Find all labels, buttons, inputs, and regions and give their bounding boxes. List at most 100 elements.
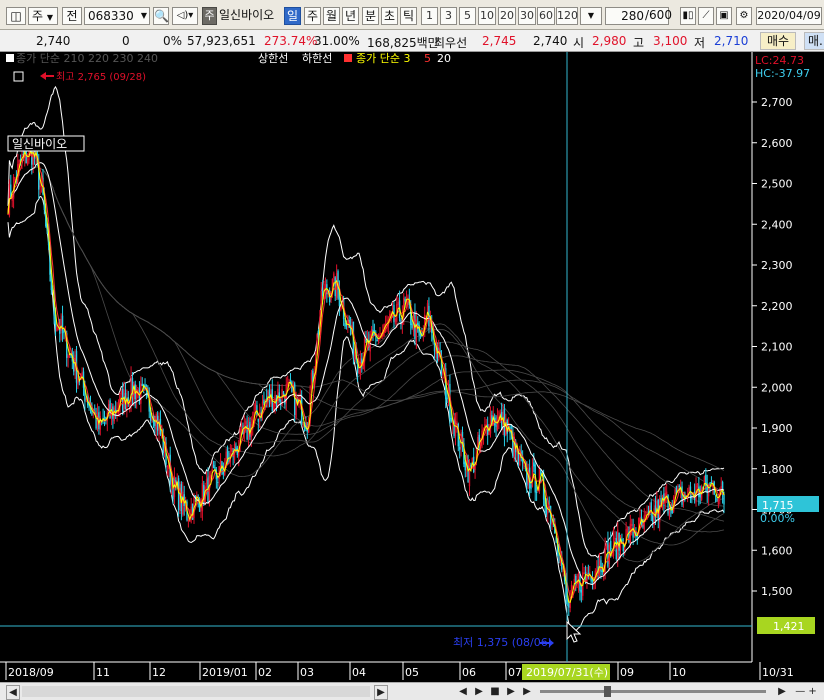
candle-body [631,524,633,526]
change-pct: 0% [163,34,183,48]
y-tick-label: 2,000 [761,381,793,394]
turnover: 31.00% [314,34,360,48]
candle-body [674,489,676,495]
tab-month[interactable]: 월 [323,7,340,25]
count-total: /600 [645,8,672,22]
gear-icon[interactable]: ⚙ [736,7,752,25]
interval-10[interactable]: 10 [478,7,496,25]
zoom-buttons[interactable]: — + [792,685,820,698]
candle-body [600,560,602,572]
interval-dropdown[interactable]: ▼ [580,7,602,25]
y-tick-label: 1,600 [761,544,793,557]
play-back-icon[interactable]: ▶ [472,685,486,698]
candle-body [340,308,342,310]
forward-icon[interactable]: ▶ [520,685,534,698]
candle-body [397,301,399,305]
high-price: 3,100 [653,34,688,48]
candle-body [240,425,243,428]
change-pct-tag: 0.00% [760,512,795,525]
scroll-right-icon[interactable]: ▶ [374,685,388,700]
legend-ma20: 20 [437,52,451,65]
candle-body [358,371,360,373]
candle-body [446,397,448,400]
candle-body [77,377,79,385]
interval-3[interactable]: 3 [440,7,457,25]
candle-body [182,491,184,515]
candle-body [488,432,490,435]
speaker-icon[interactable]: ◁)▾ [172,7,198,25]
x-tick-label: 07 [508,666,522,679]
lc-value: LC:24.73 [755,54,804,67]
interval-20[interactable]: 20 [498,7,516,25]
legend-ma5: 5 [424,52,431,65]
tab-day[interactable]: 일 [284,7,301,25]
y-tick-label: 2,200 [761,300,793,313]
candle-body [67,355,69,358]
tab-week[interactable]: 주 [304,7,321,25]
candle-body [302,424,304,426]
chart-toolbar: ◫ 주 ▼ 전 068330 ▼ 🔍 ◁)▾ 주 일신바이오 일 주 월 년 분 … [0,0,824,30]
tab-year[interactable]: 년 [342,7,359,25]
scroll-track[interactable] [22,686,370,697]
play-icon[interactable]: ▶ [504,685,518,698]
buy-button[interactable]: 매수 [760,32,797,50]
best-bid: 2,740 [533,34,568,48]
mode-badge[interactable]: 주 [202,7,217,25]
candle-body [688,487,690,493]
candle-body [268,388,271,403]
interval-30[interactable]: 30 [518,7,536,25]
candle-body [99,416,101,430]
candle-body [716,498,718,501]
interval-60[interactable]: 60 [537,7,555,25]
next-icon[interactable]: ▶ [776,685,788,698]
candle-body [458,447,461,450]
low-label: 저 [694,36,706,50]
low-price: 2,710 [714,34,749,48]
sell-button[interactable]: 매. [804,32,824,50]
rewind-icon[interactable]: ◀ [456,685,470,698]
search-icon[interactable]: 🔍 [153,7,169,25]
tab-second[interactable]: 초 [381,7,398,25]
stock-label: 일신바이오 [12,137,67,151]
volume-ratio: 273.74% [264,34,318,48]
zoom-slider[interactable] [540,690,766,693]
scope-button[interactable]: 전 [62,7,82,25]
x-tick-label: 06 [462,666,476,679]
x-tick-label: 05 [405,666,419,679]
period-select[interactable]: 주 ▼ [28,7,58,25]
tab-minute[interactable]: 분 [362,7,379,25]
code-value: 068330 [88,9,134,23]
legend-upper-band: 상한선 [258,52,288,65]
tab-tick[interactable]: 틱 [400,7,417,25]
candle-icon[interactable]: ▮▯ [680,7,696,25]
candle-body [603,572,605,574]
code-input[interactable]: 068330 ▼ [84,7,150,25]
candle-body [263,399,265,404]
interval-120[interactable]: 120 [556,7,578,25]
date-field[interactable]: 2020/04/09 [756,7,822,25]
zoom-slider-handle[interactable] [604,686,611,697]
interval-5[interactable]: 5 [459,7,476,25]
candle-body [187,519,190,521]
candle-body [530,484,532,490]
candle-body [665,491,668,495]
price-chart[interactable]: 2,700 2,600 2,500 2,400 2,300 2,200 2,100 2,000… [0,52,824,682]
candle-body [212,464,215,469]
candle-body [589,572,591,574]
candle-body [614,538,616,540]
candle-body [376,339,378,342]
chart-type-icon[interactable]: ◫ [6,7,26,25]
current-price: 2,740 [36,34,71,48]
chart-scrollbar[interactable]: ◀ ▶ ◀ ▶ ■ ▶ ▶ ▶ — + [0,682,824,700]
candle-body [130,376,132,406]
trend-icon[interactable]: ⟋ [698,7,714,25]
scroll-left-icon[interactable]: ◀ [6,685,20,700]
best-ask-label: 최우선 [434,36,468,50]
y-tick-label: 2,700 [761,96,793,109]
save-icon[interactable]: ▣ [716,7,732,25]
crosshair-price-text: 1,421 [773,620,805,633]
interval-1[interactable]: 1 [421,7,438,25]
candle-body [644,515,647,517]
candle-body [254,404,257,411]
stop-icon[interactable]: ■ [488,685,502,698]
